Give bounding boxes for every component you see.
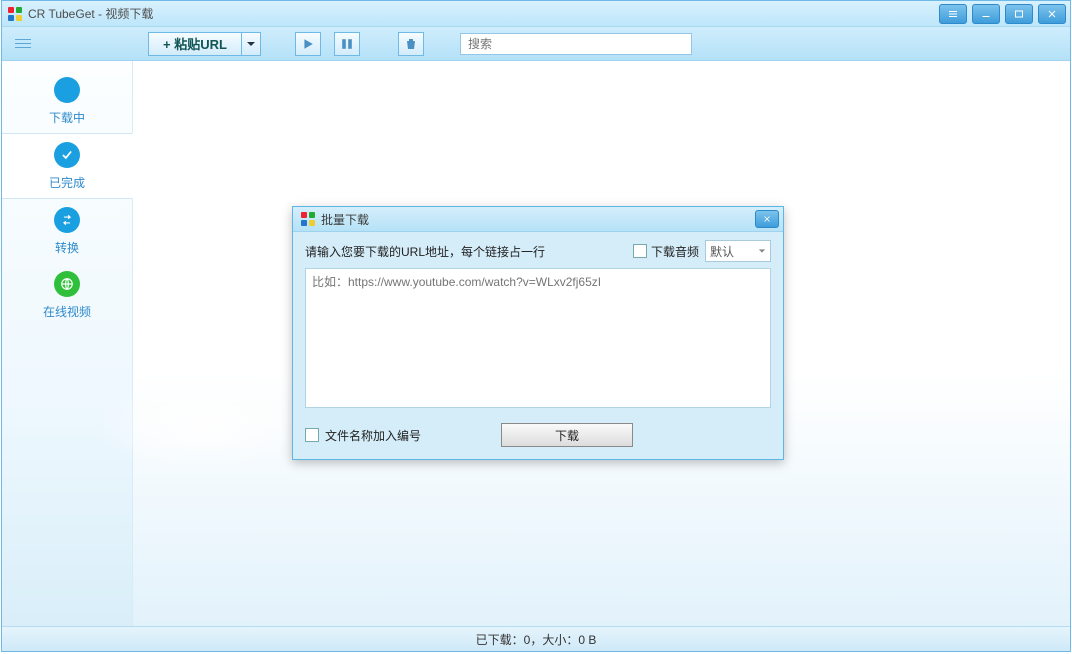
pause-button[interactable] bbox=[334, 32, 360, 56]
filename-numbering-label: 文件名称加入编号 bbox=[325, 427, 421, 444]
url-textarea[interactable] bbox=[305, 268, 771, 408]
checkbox-icon bbox=[633, 244, 647, 258]
maximize-icon bbox=[1013, 8, 1025, 20]
download-icon bbox=[54, 77, 80, 103]
app-icon bbox=[8, 7, 22, 21]
sidebar-item-downloading[interactable]: 下载中 bbox=[2, 69, 132, 133]
dialog-body: 请输入您要下载的URL地址，每个链接占一行 下载音频 默认 文件名称加入编 bbox=[293, 232, 783, 459]
delete-button[interactable] bbox=[398, 32, 424, 56]
toolbar: + 粘贴URL bbox=[2, 27, 1070, 61]
sidebar: 下载中 已完成 转换 在线视频 bbox=[2, 61, 133, 627]
download-button[interactable]: 下载 bbox=[501, 423, 633, 447]
dialog-close-button[interactable] bbox=[755, 210, 779, 228]
paste-url-dropdown[interactable] bbox=[242, 32, 261, 56]
statusbar-text: 已下载：0，大小：0 B bbox=[476, 631, 597, 648]
help-button[interactable] bbox=[939, 4, 967, 24]
trash-icon bbox=[405, 38, 417, 50]
minimize-button[interactable] bbox=[972, 4, 1000, 24]
sidebar-item-label: 在线视频 bbox=[43, 303, 91, 320]
batch-download-dialog: 批量下载 请输入您要下载的URL地址，每个链接占一行 下载音频 默认 bbox=[292, 206, 784, 460]
sidebar-item-label: 转换 bbox=[55, 239, 79, 256]
globe-icon bbox=[54, 271, 80, 297]
titlebar: CR TubeGet - 视频下载 bbox=[2, 1, 1070, 27]
convert-icon bbox=[54, 207, 80, 233]
minimize-icon bbox=[980, 8, 992, 20]
play-button[interactable] bbox=[295, 32, 321, 56]
search-box[interactable] bbox=[460, 33, 692, 55]
paste-url-button[interactable]: + 粘贴URL bbox=[148, 32, 242, 56]
dialog-titlebar[interactable]: 批量下载 bbox=[293, 207, 783, 232]
app-icon bbox=[301, 212, 315, 226]
window-controls bbox=[939, 4, 1066, 24]
sidebar-item-label: 下载中 bbox=[49, 109, 85, 126]
close-button[interactable] bbox=[1038, 4, 1066, 24]
window-title: CR TubeGet - 视频下载 bbox=[28, 5, 153, 22]
maximize-button[interactable] bbox=[1005, 4, 1033, 24]
check-icon bbox=[54, 142, 80, 168]
download-audio-checkbox[interactable]: 下载音频 bbox=[633, 243, 699, 260]
chevron-down-icon bbox=[246, 39, 256, 49]
menu-button[interactable] bbox=[8, 33, 38, 55]
bars-icon bbox=[947, 8, 959, 20]
checkbox-icon bbox=[305, 428, 319, 442]
paste-url-split-button: + 粘贴URL bbox=[148, 32, 261, 56]
chevron-down-icon bbox=[758, 247, 766, 255]
download-audio-label: 下载音频 bbox=[651, 243, 699, 260]
app-window: CR TubeGet - 视频下载 + 粘贴URL bbox=[1, 0, 1071, 652]
sidebar-item-label: 已完成 bbox=[49, 174, 85, 191]
close-icon bbox=[762, 214, 772, 224]
play-icon bbox=[302, 38, 314, 50]
sidebar-item-convert[interactable]: 转换 bbox=[2, 199, 132, 263]
select-value: 默认 bbox=[710, 243, 734, 260]
statusbar: 已下载：0，大小：0 B bbox=[2, 626, 1070, 651]
close-icon bbox=[1046, 8, 1058, 20]
audio-quality-select[interactable]: 默认 bbox=[705, 240, 771, 262]
search-input[interactable] bbox=[466, 36, 686, 52]
sidebar-item-completed[interactable]: 已完成 bbox=[2, 133, 133, 199]
pause-icon bbox=[341, 38, 353, 50]
dialog-title: 批量下载 bbox=[321, 211, 369, 228]
filename-numbering-checkbox[interactable]: 文件名称加入编号 bbox=[305, 427, 421, 444]
sidebar-item-online-video[interactable]: 在线视频 bbox=[2, 263, 132, 327]
dialog-prompt: 请输入您要下载的URL地址，每个链接占一行 bbox=[305, 243, 545, 260]
